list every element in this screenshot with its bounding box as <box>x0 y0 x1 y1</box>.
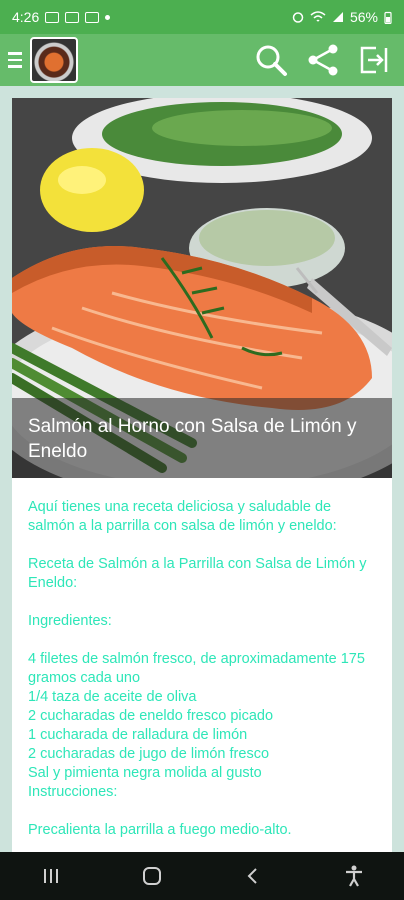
youtube-notification-icon <box>65 11 80 23</box>
recipe-hero-image: Salmón al Horno con Salsa de Limón y Ene… <box>12 98 392 478</box>
youtube-notification-icon-2 <box>85 11 100 23</box>
status-right: 56% <box>292 9 392 25</box>
ingredient-item: 4 filetes de salmón fresco, de aproximad… <box>28 651 365 686</box>
menu-icon[interactable] <box>0 34 30 86</box>
app-bar-actions <box>254 43 404 77</box>
accessibility-button[interactable] <box>334 856 374 896</box>
back-icon <box>247 868 257 884</box>
battery-percent: 56% <box>349 9 378 25</box>
recipe-card: Salmón al Horno con Salsa de Limón y Ene… <box>12 98 392 858</box>
recipe-text: Aquí tienes una receta deliciosa y salud… <box>12 478 392 840</box>
recents-button[interactable] <box>31 856 71 896</box>
ingredients-list: 4 filetes de salmón fresco, de aproximad… <box>28 650 376 783</box>
alarm-icon <box>292 12 304 23</box>
back-button[interactable] <box>233 856 273 896</box>
accessibility-icon <box>345 865 362 887</box>
more-notifications-icon <box>105 14 111 20</box>
home-icon <box>142 867 161 885</box>
battery-icon <box>384 11 392 24</box>
system-nav-bar <box>0 852 404 900</box>
share-icon[interactable] <box>306 43 340 77</box>
search-icon[interactable] <box>254 43 288 77</box>
status-left: 4:26 <box>12 9 111 25</box>
ingredient-item: Sal y pimienta negra molida al gusto <box>28 765 262 781</box>
wifi-icon <box>310 11 326 22</box>
ingredient-item: 1/4 taza de aceite de oliva <box>28 689 197 705</box>
home-button[interactable] <box>132 856 172 896</box>
instructions-heading: Instrucciones: <box>28 784 118 800</box>
status-time: 4:26 <box>12 9 40 25</box>
ingredients-heading: Ingredientes: <box>28 613 112 629</box>
instruction-step: Precalienta la parrilla a fuego medio-al… <box>28 822 292 838</box>
signal-icon <box>332 12 343 22</box>
status-bar: 4:26 56% <box>0 0 404 34</box>
gallery-notification-icon <box>45 11 60 23</box>
recipe-intro: Aquí tienes una receta deliciosa y salud… <box>28 499 337 534</box>
recents-icon <box>43 869 58 883</box>
ingredient-item: 2 cucharadas de eneldo fresco picado <box>28 708 274 724</box>
app-logo <box>30 37 78 83</box>
ingredient-item: 2 cucharadas de jugo de limón fresco <box>28 746 270 762</box>
recipe-title: Salmón al Horno con Salsa de Limón y Ene… <box>12 398 392 478</box>
app-bar <box>0 34 404 86</box>
ingredient-item: 1 cucharada de ralladura de limón <box>28 727 248 743</box>
recipe-subtitle: Receta de Salmón a la Parrilla con Salsa… <box>28 556 367 591</box>
exit-icon[interactable] <box>358 44 390 76</box>
